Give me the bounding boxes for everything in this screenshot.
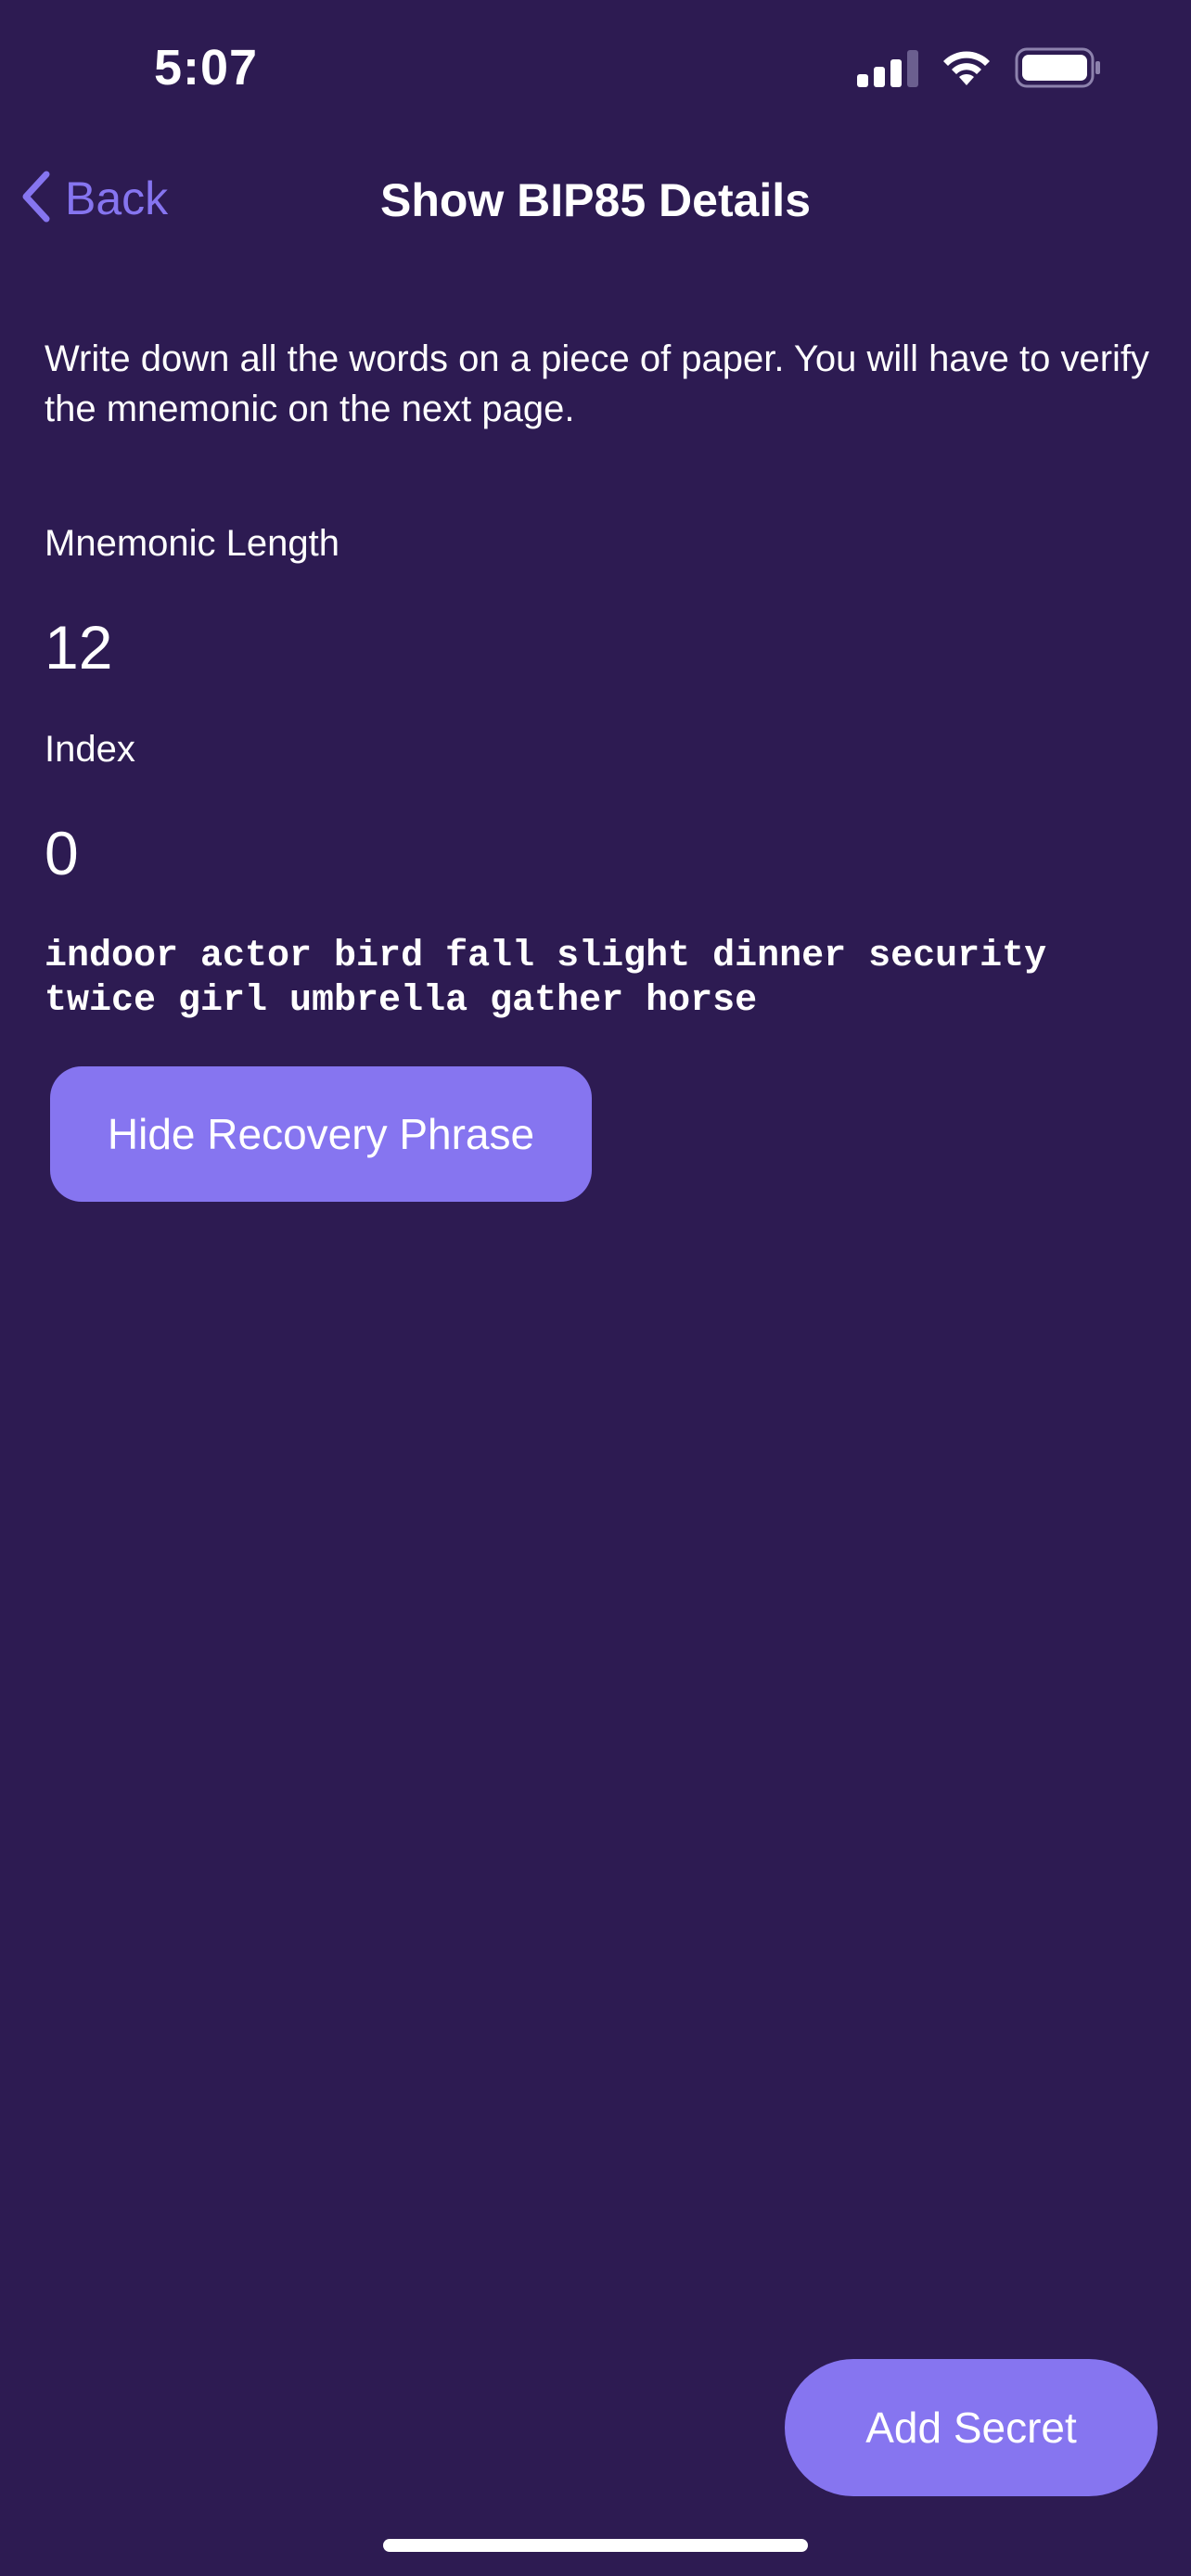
index-value: 0 <box>45 819 79 887</box>
status-icons <box>857 45 1102 91</box>
status-bar: 5:07 <box>0 0 1191 139</box>
cellular-signal-icon <box>857 48 918 87</box>
status-time: 5:07 <box>154 40 259 96</box>
index-label: Index <box>45 729 135 770</box>
wifi-icon <box>941 48 992 87</box>
home-indicator[interactable] <box>383 2539 808 2552</box>
content: Write down all the words on a piece of p… <box>45 334 1158 434</box>
add-secret-label: Add Secret <box>865 2404 1077 2452</box>
mnemonic-words: indoor actor bird fall slight dinner sec… <box>45 936 1047 1022</box>
battery-icon <box>1015 47 1102 88</box>
hide-recovery-phrase-label: Hide Recovery Phrase <box>107 1110 535 1158</box>
page-title: Show BIP85 Details <box>379 174 812 226</box>
add-secret-button[interactable]: Add Secret <box>785 2359 1158 2496</box>
hide-recovery-phrase-button[interactable]: Hide Recovery Phrase <box>50 1066 592 1202</box>
instructions-text: Write down all the words on a piece of p… <box>45 338 1150 429</box>
mnemonic-length-label: Mnemonic Length <box>45 523 339 564</box>
navigation-bar: Back Show BIP85 Details <box>0 148 1191 250</box>
mnemonic-length-value: 12 <box>45 613 113 682</box>
